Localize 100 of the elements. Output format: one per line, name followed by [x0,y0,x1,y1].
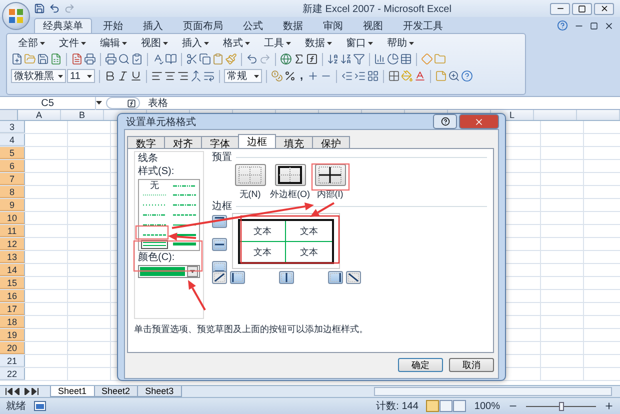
scrollbar[interactable] [374,387,612,396]
menu-item[interactable]: 视图 [134,36,175,50]
menu-item[interactable]: 插入 [175,36,216,50]
function-icon[interactable] [306,53,318,65]
ribbon-tab[interactable]: 开发工具 [394,18,452,33]
printer-icon[interactable] [84,53,96,65]
ok-button[interactable]: 确定 [398,358,443,372]
dialog-tab[interactable]: 填充 [275,136,313,148]
menu-item[interactable]: 帮助 [380,36,421,50]
filter-icon[interactable] [353,53,365,65]
sort-descending-icon[interactable] [340,53,352,65]
spreadsheet-icon[interactable] [50,53,62,65]
dialog-tab[interactable]: 对齐 [164,136,202,148]
dialog-tab[interactable]: 保护 [312,136,350,148]
left-border-button[interactable] [230,271,245,284]
number-format-field[interactable]: 常规 [224,69,262,83]
cancel-button[interactable]: 取消 [449,358,494,372]
globe-icon[interactable] [280,53,292,65]
office-button[interactable] [2,2,30,30]
new-file-icon[interactable] [11,53,23,65]
wrap-text-icon[interactable] [203,70,215,82]
comma-style-button[interactable]: , [297,70,306,82]
font-size-field[interactable]: 11 [67,69,95,83]
menu-item[interactable]: 数据 [298,36,339,50]
middle-border-button[interactable] [212,238,227,251]
print-preview-icon[interactable] [105,53,117,65]
zoom-icon[interactable] [448,70,460,82]
close-icon[interactable] [604,20,614,30]
bold-icon[interactable] [104,70,116,82]
center-border-button[interactable] [279,271,294,284]
diagonal-border-button[interactable] [212,271,227,284]
ribbon-tab[interactable]: 经典菜单 [34,18,92,33]
close-button[interactable] [594,2,614,14]
preset-button[interactable] [274,164,306,186]
menu-item[interactable]: 编辑 [93,36,134,50]
sort-ascending-icon[interactable] [327,53,339,65]
maximize-button[interactable] [572,2,592,14]
bar-chart-icon[interactable] [374,53,386,65]
copy-icon[interactable] [199,53,211,65]
search-icon[interactable] [118,53,130,65]
pie-chart-icon[interactable] [387,53,399,65]
save-icon[interactable] [34,3,45,14]
percent-icon[interactable] [284,70,296,82]
ribbon-tab[interactable]: 公式 [234,18,272,33]
undo-icon[interactable] [49,3,60,14]
increase-indent-icon[interactable] [354,70,366,82]
align-right-icon[interactable] [177,70,189,82]
minimize-button[interactable] [550,2,570,14]
save-icon[interactable] [37,53,49,65]
font-color-icon[interactable] [414,70,426,82]
line-style-option[interactable]: 无 [141,181,168,190]
book-icon[interactable] [165,53,177,65]
ribbon-tab[interactable]: 页面布局 [174,18,232,33]
dialog-tab[interactable]: 数字 [127,136,165,148]
function-button[interactable] [106,97,140,109]
undo-icon[interactable] [246,53,258,65]
ribbon-tab[interactable]: 插入 [134,18,172,33]
align-left-icon[interactable] [151,70,163,82]
menu-item[interactable]: 全部 [11,36,52,50]
font-field[interactable]: 微软雅黑 [11,69,66,83]
clipboard-icon[interactable] [131,53,143,65]
menu-item[interactable]: 工具 [257,36,298,50]
ribbon-tab[interactable]: 视图 [354,18,392,33]
borders-icon[interactable] [388,70,400,82]
align-center-icon[interactable] [164,70,176,82]
formula-field[interactable]: 表格 [144,96,168,110]
scissors-icon[interactable] [186,53,198,65]
line-style-list[interactable]: 无 [138,179,200,251]
color-field[interactable] [138,265,200,278]
restore-icon[interactable] [590,22,598,30]
diagonal-border-button[interactable] [346,271,361,284]
menu-item[interactable]: 文件 [52,36,93,50]
table-icon[interactable] [400,53,412,65]
decrease-indent-icon[interactable] [341,70,354,82]
sheet-navigation-icon[interactable] [5,388,41,395]
spell-check-icon[interactable] [152,53,164,65]
help-button[interactable] [433,114,457,129]
help-icon[interactable] [461,70,474,82]
preset-button[interactable] [314,164,346,186]
ribbon-tab[interactable]: 数据 [274,18,312,33]
dialog-tab[interactable]: 边框 [238,134,276,148]
right-border-button[interactable] [328,271,343,284]
sheet-tab[interactable]: Sheet1 [50,386,95,397]
macro-record-icon[interactable] [34,401,46,411]
dialog-tab[interactable]: 字体 [201,136,239,148]
document-icon[interactable] [71,53,83,65]
italic-icon[interactable] [117,70,129,82]
underline-icon[interactable] [130,70,142,82]
sheet-tab[interactable]: Sheet2 [94,386,138,397]
paste-icon[interactable] [212,53,224,65]
view-buttons-icon[interactable] [426,400,466,412]
ribbon-tab[interactable]: 审阅 [314,18,352,33]
help-icon[interactable] [557,20,568,31]
menu-item[interactable]: 窗口 [339,36,380,50]
menu-item[interactable]: 格式 [216,36,257,50]
zoom-thumb[interactable] [559,402,564,410]
line-style-option[interactable] [141,240,168,249]
zoom-in-icon[interactable] [604,401,614,411]
sum-icon[interactable] [293,53,305,65]
ribbon-tab[interactable]: 开始 [94,18,132,33]
